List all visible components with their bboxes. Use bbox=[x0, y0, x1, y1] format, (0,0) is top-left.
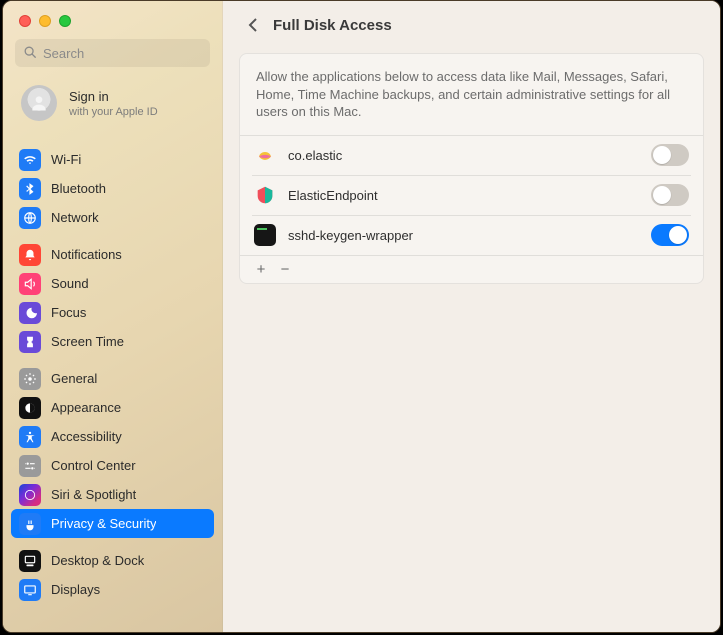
sidebar-item-label: Siri & Spotlight bbox=[51, 487, 136, 502]
sidebar-item-privacy[interactable]: Privacy & Security bbox=[11, 509, 214, 538]
content-area: Full Disk Access Allow the applications … bbox=[223, 1, 720, 632]
app-toggle[interactable] bbox=[651, 144, 689, 166]
sidebar-item-accessibility[interactable]: Accessibility bbox=[11, 422, 214, 451]
full-disk-access-pane: Allow the applications below to access d… bbox=[239, 53, 704, 284]
search-field-wrap bbox=[15, 39, 210, 67]
controlcenter-icon bbox=[19, 455, 41, 477]
notifications-icon bbox=[19, 244, 41, 266]
pane-description: Allow the applications below to access d… bbox=[240, 54, 703, 135]
apple-id-title: Sign in bbox=[69, 89, 158, 104]
appearance-icon bbox=[19, 397, 41, 419]
sidebar: Sign in with your Apple ID Wi-Fi Bluetoot… bbox=[3, 1, 223, 632]
app-row[interactable]: co.elastic bbox=[240, 135, 703, 175]
sidebar-item-displays[interactable]: Displays bbox=[11, 575, 214, 604]
sidebar-item-notifications[interactable]: Notifications bbox=[11, 240, 214, 269]
sidebar-item-label: Wi-Fi bbox=[51, 152, 81, 167]
app-label: ElasticEndpoint bbox=[288, 188, 639, 203]
page-title: Full Disk Access bbox=[273, 17, 392, 34]
sidebar-nav: Wi-Fi Bluetooth Network Notifications Sound F… bbox=[3, 135, 222, 632]
general-icon bbox=[19, 368, 41, 390]
list-add-remove-bar: + − bbox=[240, 255, 703, 283]
app-row[interactable]: ElasticEndpoint bbox=[252, 175, 691, 215]
sidebar-item-label: Control Center bbox=[51, 458, 136, 473]
sidebar-item-sound[interactable]: Sound bbox=[11, 269, 214, 298]
sidebar-item-siri[interactable]: Siri & Spotlight bbox=[11, 480, 214, 509]
sidebar-item-label: Desktop & Dock bbox=[51, 553, 144, 568]
privacy-icon bbox=[19, 513, 41, 535]
minimize-window-button[interactable] bbox=[39, 15, 51, 27]
sound-icon bbox=[19, 273, 41, 295]
sidebar-item-screentime[interactable]: Screen Time bbox=[11, 327, 214, 356]
search-input[interactable] bbox=[15, 39, 210, 67]
app-label: co.elastic bbox=[288, 148, 639, 163]
add-app-button[interactable]: + bbox=[250, 259, 272, 279]
sidebar-item-appearance[interactable]: Appearance bbox=[11, 393, 214, 422]
sidebar-item-label: Displays bbox=[51, 582, 100, 597]
close-window-button[interactable] bbox=[19, 15, 31, 27]
apple-id-text: Sign in with your Apple ID bbox=[69, 89, 158, 118]
sidebar-item-network[interactable]: Network bbox=[11, 203, 214, 232]
sidebar-item-label: Privacy & Security bbox=[51, 516, 156, 531]
sidebar-item-label: Accessibility bbox=[51, 429, 122, 444]
sidebar-item-label: Appearance bbox=[51, 400, 121, 415]
avatar-icon bbox=[21, 85, 57, 121]
back-button[interactable] bbox=[243, 15, 263, 35]
content-titlebar: Full Disk Access bbox=[223, 1, 720, 49]
sidebar-item-label: Screen Time bbox=[51, 334, 124, 349]
app-row[interactable]: sshd-keygen-wrapper bbox=[252, 215, 691, 255]
sidebar-item-desktop[interactable]: Desktop & Dock bbox=[11, 546, 214, 575]
elastic-agent-icon bbox=[254, 144, 276, 166]
app-toggle[interactable] bbox=[651, 184, 689, 206]
accessibility-icon bbox=[19, 426, 41, 448]
sidebar-item-label: General bbox=[51, 371, 97, 386]
network-icon bbox=[19, 207, 41, 229]
bluetooth-icon bbox=[19, 178, 41, 200]
sidebar-item-wifi[interactable]: Wi-Fi bbox=[11, 145, 214, 174]
apple-id-subtitle: with your Apple ID bbox=[69, 106, 158, 118]
focus-icon bbox=[19, 302, 41, 324]
window-controls bbox=[3, 1, 222, 39]
sidebar-item-label: Bluetooth bbox=[51, 181, 106, 196]
apple-id-signin[interactable]: Sign in with your Apple ID bbox=[3, 79, 222, 135]
sidebar-item-controlcenter[interactable]: Control Center bbox=[11, 451, 214, 480]
screentime-icon bbox=[19, 331, 41, 353]
desktop-icon bbox=[19, 550, 41, 572]
elastic-endpoint-icon bbox=[254, 184, 276, 206]
sidebar-item-label: Network bbox=[51, 210, 99, 225]
app-toggle[interactable] bbox=[651, 224, 689, 246]
sidebar-item-bluetooth[interactable]: Bluetooth bbox=[11, 174, 214, 203]
chevron-left-icon bbox=[248, 17, 258, 33]
sidebar-item-general[interactable]: General bbox=[11, 364, 214, 393]
app-label: sshd-keygen-wrapper bbox=[288, 228, 639, 243]
maximize-window-button[interactable] bbox=[59, 15, 71, 27]
settings-window: Sign in with your Apple ID Wi-Fi Bluetoot… bbox=[2, 0, 721, 633]
app-list: co.elastic ElasticEndpoint sshd-keygen-wra… bbox=[240, 135, 703, 255]
sidebar-item-label: Focus bbox=[51, 305, 86, 320]
siri-icon bbox=[19, 484, 41, 506]
displays-icon bbox=[19, 579, 41, 601]
remove-app-button[interactable]: − bbox=[274, 259, 296, 279]
wifi-icon bbox=[19, 149, 41, 171]
sidebar-item-label: Notifications bbox=[51, 247, 122, 262]
sidebar-item-label: Sound bbox=[51, 276, 89, 291]
sidebar-item-focus[interactable]: Focus bbox=[11, 298, 214, 327]
terminal-icon bbox=[254, 224, 276, 246]
search-icon bbox=[23, 45, 37, 59]
